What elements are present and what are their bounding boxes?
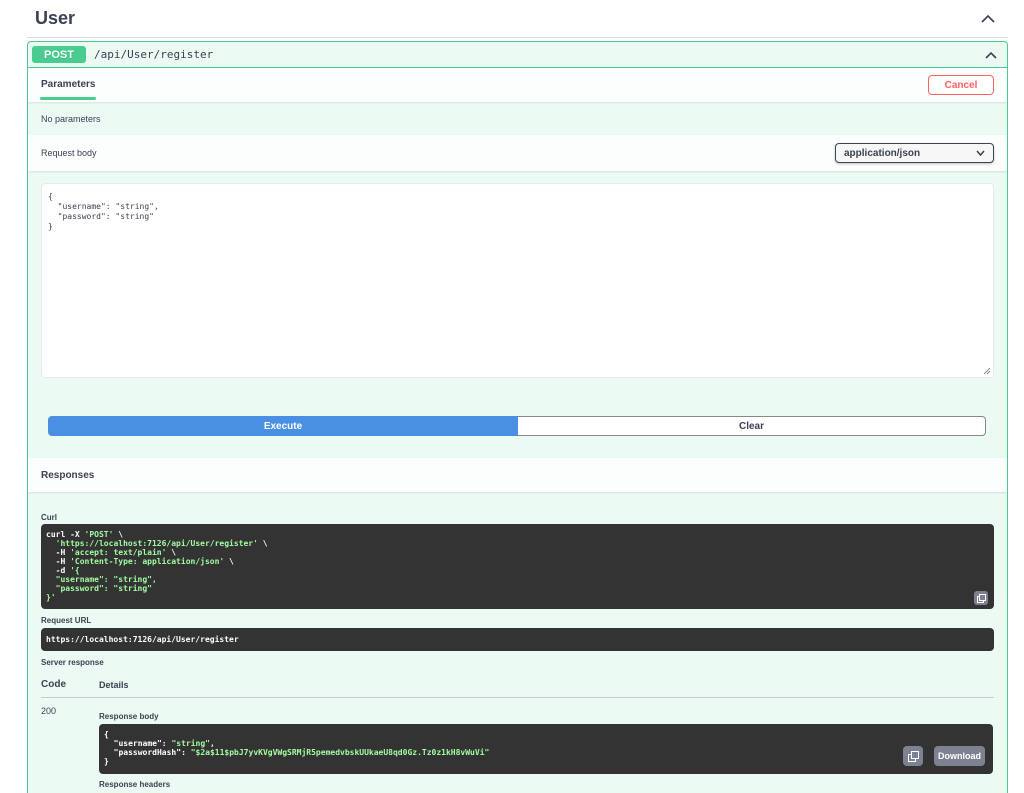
chevron-up-icon[interactable] <box>979 43 1003 67</box>
operation-path: /api/User/register <box>94 48 214 61</box>
responses-title: Responses <box>41 469 95 481</box>
curl-code-block: curl -X 'POST' \ 'https://localhost:7126… <box>41 524 994 609</box>
response-table-header: Code Details <box>41 672 994 698</box>
curl-line: "username": "string", <box>46 575 157 584</box>
curl-label: Curl <box>41 513 57 522</box>
copy-icon[interactable] <box>903 746 923 766</box>
request-url-label: Request URL <box>41 616 92 625</box>
curl-line: "password": "string" <box>46 584 152 593</box>
request-body-header: Request body application/json <box>28 135 1007 171</box>
tab-parameters[interactable]: Parameters <box>39 68 97 102</box>
request-body-text: { "username": "string", "password": "str… <box>48 192 159 231</box>
curl-line: }' <box>46 593 56 602</box>
curl-line: curl -X 'POST' \ <box>46 530 124 539</box>
response-code: 200 <box>41 706 57 716</box>
request-body-editor[interactable]: { "username": "string", "password": "str… <box>41 183 994 378</box>
curl-line: 'https://localhost:7126/api/User/registe… <box>55 539 268 548</box>
request-body-label: Request body <box>41 148 97 158</box>
chevron-up-icon[interactable] <box>976 7 1000 31</box>
content-type-value: application/json <box>844 147 921 159</box>
responses-header: Responses <box>28 458 1007 492</box>
content-type-select[interactable]: application/json <box>835 143 994 163</box>
response-headers-label: Response headers <box>99 780 171 789</box>
no-parameters-text: No parameters <box>41 113 101 124</box>
download-button[interactable]: Download <box>934 746 985 766</box>
response-body-block: { "username": "string", "passwordHash": … <box>99 724 993 774</box>
resize-handle-icon[interactable] <box>983 367 991 375</box>
curl-line: -d '{ <box>46 566 80 575</box>
table-row: 200 Response body { "username": "string"… <box>41 698 994 789</box>
server-response-label: Server response <box>41 658 104 667</box>
execute-button[interactable]: Execute <box>48 416 518 436</box>
copy-icon[interactable] <box>974 591 988 605</box>
clear-button[interactable]: Clear <box>518 416 986 436</box>
chevron-down-icon <box>976 148 985 159</box>
request-url-block: https://localhost:7126/api/User/register <box>41 628 994 651</box>
tag-header[interactable]: User <box>27 0 1008 38</box>
details-header: Details <box>99 679 129 690</box>
response-body-label: Response body <box>99 712 159 721</box>
parameters-header: Parameters Cancel <box>28 68 1007 102</box>
code-header: Code <box>41 679 66 690</box>
method-badge: POST <box>32 46 86 63</box>
tag-title: User <box>35 8 76 28</box>
operation-summary[interactable]: POST /api/User/register <box>28 42 1007 68</box>
curl-line: -H 'accept: text/plain' \ <box>46 548 177 557</box>
operation-block: POST /api/User/register Parameters Cance… <box>27 41 1008 793</box>
cancel-button[interactable]: Cancel <box>928 75 994 95</box>
curl-line: -H 'Content-Type: application/json' \ <box>46 557 234 566</box>
request-url-value: https://localhost:7126/api/User/register <box>46 635 239 644</box>
